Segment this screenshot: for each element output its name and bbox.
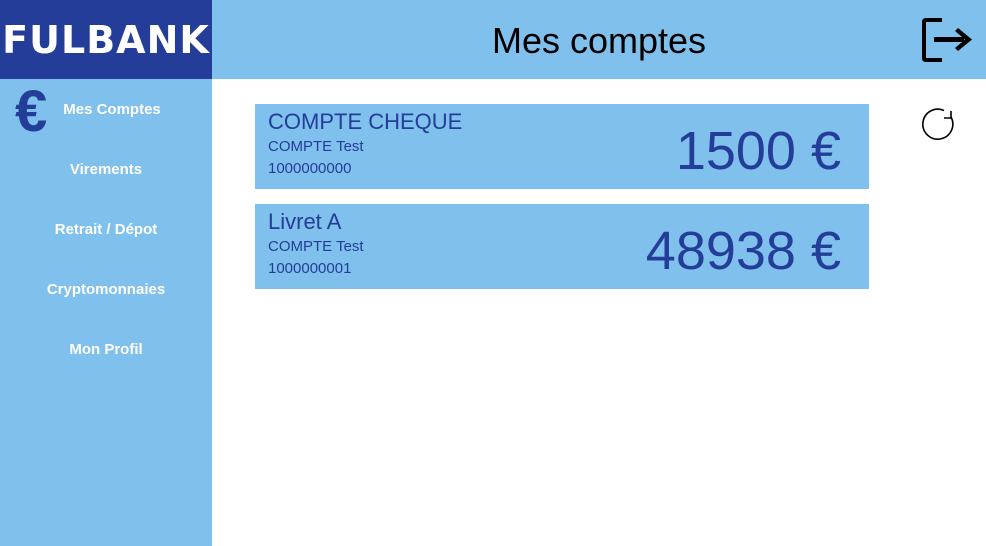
logout-icon [922,18,972,62]
brand-logo: FULBANK [0,0,212,79]
account-balance: 48938 € [645,221,841,281]
refresh-icon [922,108,954,140]
account-number: 1000000001 [268,260,352,277]
sidebar-item-virements[interactable]: Virements [0,161,212,178]
sidebar-item-mon-profil[interactable]: Mon Profil [0,341,212,358]
logout-button[interactable] [920,14,976,66]
page-header: Mes comptes [212,0,986,79]
sidebar-item-cryptomonnaies[interactable]: Cryptomonnaies [0,281,212,298]
refresh-button[interactable] [918,104,958,144]
sidebar-item-retrait-depot[interactable]: Retrait / Dépot [0,221,212,238]
account-balance: 1500 € [675,121,841,181]
account-owner: COMPTE Test [268,238,364,255]
sidebar-item-mes-comptes[interactable]: Mes Comptes [6,101,218,118]
account-card[interactable]: COMPTE CHEQUE COMPTE Test 1000000000 150… [255,104,869,189]
account-number: 1000000000 [268,160,352,177]
account-name: COMPTE CHEQUE [268,109,463,134]
account-card[interactable]: Livret A COMPTE Test 1000000001 48938 € [255,204,869,289]
sidebar: € Mes Comptes Virements Retrait / Dépot … [0,79,212,546]
account-owner: COMPTE Test [268,138,364,155]
account-name: Livret A [268,209,342,234]
page-title: Mes comptes [491,20,707,61]
